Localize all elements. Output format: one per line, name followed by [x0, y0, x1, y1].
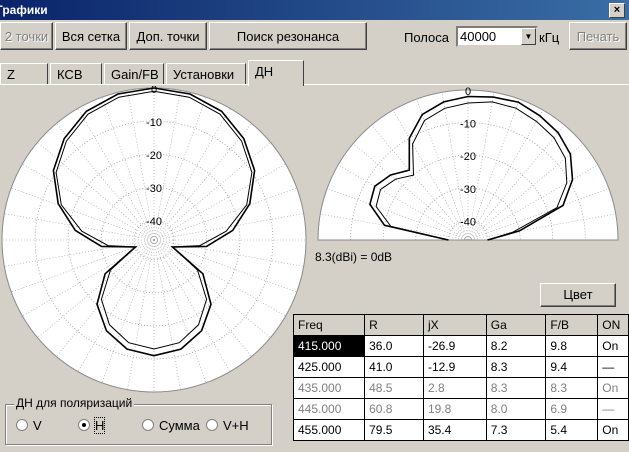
radio-icon[interactable] [206, 419, 218, 431]
radio-icon[interactable] [142, 419, 154, 431]
table-cell[interactable]: 9.4 [545, 356, 599, 378]
column-header[interactable]: ON [597, 314, 629, 336]
radio-sum[interactable]: Сумма [142, 418, 200, 433]
title-bar: Графики × [0, 0, 629, 20]
table-cell[interactable]: 79.5 [364, 419, 424, 441]
table-cell[interactable]: 60.8 [364, 398, 424, 420]
all-grid-button[interactable]: Вся сетка [55, 22, 127, 50]
radio-v-plus-h[interactable]: V+H [206, 418, 249, 433]
column-header[interactable]: R [364, 314, 424, 336]
frequency-table: Freq R jX Ga F/B ON 415.000 36.0 -26.9 8… [292, 314, 629, 441]
table-row[interactable]: 425.000 41.0 -12.9 8.3 9.4 — [292, 356, 629, 378]
table-cell[interactable]: 8.3 [485, 377, 547, 399]
ring-label: -10 [146, 117, 162, 129]
ring-label: -20 [146, 150, 162, 162]
table-cell[interactable]: 6.9 [545, 398, 599, 420]
table-row[interactable]: 415.000 36.0 -26.9 8.2 9.8 On [292, 335, 629, 357]
ring-label: -20 [460, 151, 476, 163]
table-cell[interactable]: 8.2 [485, 335, 547, 357]
table-cell[interactable]: 2.8 [422, 377, 487, 399]
table-cell[interactable]: 425.000 [292, 356, 366, 378]
table-cell[interactable]: 7.3 [485, 419, 547, 441]
tab-z[interactable]: Z [0, 63, 48, 85]
radio-label: Сумма [159, 418, 200, 433]
table-row[interactable]: 455.000 79.5 35.4 7.3 5.4 On [292, 419, 629, 441]
close-button[interactable]: × [609, 3, 625, 18]
ring-label: -10 [460, 119, 476, 131]
ring-label: -40 [146, 216, 162, 228]
band-unit: кГц [539, 30, 560, 45]
table-cell[interactable]: 9.8 [545, 335, 599, 357]
table-cell[interactable]: -12.9 [422, 356, 487, 378]
band-label: Полоса [404, 30, 449, 45]
table-cell[interactable]: — [597, 398, 629, 420]
column-header[interactable]: jX [422, 314, 487, 336]
tab-pattern[interactable]: ДН [248, 60, 304, 86]
table-cell[interactable]: 48.5 [364, 377, 424, 399]
polarization-group: ДН для поляризаций V H Сумма V+H [5, 396, 272, 445]
table-cell[interactable]: 8.3 [545, 377, 599, 399]
table-cell[interactable]: 415.000 [292, 335, 366, 357]
extra-points-button[interactable]: Доп. точки [129, 22, 207, 50]
column-header[interactable]: Freq [292, 314, 366, 336]
band-select[interactable]: 40000 ▼ [456, 26, 538, 47]
radio-icon[interactable] [16, 419, 28, 431]
table-cell[interactable]: 455.000 [292, 419, 366, 441]
band-value: 40000 [460, 29, 497, 44]
radio-label: V [33, 418, 42, 433]
find-resonance-button[interactable]: Поиск резонанса [209, 22, 367, 50]
table-cell[interactable]: On [597, 335, 629, 357]
color-button[interactable]: Цвет [540, 283, 616, 307]
print-button[interactable]: Печать [569, 22, 627, 50]
radio-v[interactable]: V [16, 418, 42, 433]
ring-label: 0 [465, 86, 471, 98]
radio-selected-icon[interactable] [78, 419, 90, 431]
table-cell[interactable]: On [597, 377, 629, 399]
table-cell[interactable]: 19.8 [422, 398, 487, 420]
elevation-pattern-chart: 0 -10 -20 -30 -40 [317, 86, 619, 241]
table-cell[interactable]: 445.000 [292, 398, 366, 420]
table-cell[interactable]: 36.0 [364, 335, 424, 357]
table-cell[interactable]: — [597, 356, 629, 378]
table-cell[interactable]: -26.9 [422, 335, 487, 357]
table-row[interactable]: 435.000 48.5 2.8 8.3 8.3 On [292, 377, 629, 399]
ring-label: 0 [151, 86, 157, 96]
radio-label: H [93, 417, 106, 434]
radio-h[interactable]: H [78, 417, 106, 434]
window-title: Графики [0, 3, 48, 17]
table-header-row: Freq R jX Ga F/B ON [292, 314, 629, 336]
table-cell[interactable]: 35.4 [422, 419, 487, 441]
table-cell[interactable]: 41.0 [364, 356, 424, 378]
polarization-legend: ДН для поляризаций [14, 396, 135, 410]
table-cell[interactable]: 8.0 [485, 398, 547, 420]
chevron-down-icon[interactable]: ▼ [521, 28, 536, 45]
radio-label: V+H [223, 418, 249, 433]
two-points-button[interactable]: 2 точки [0, 22, 53, 50]
tab-swr[interactable]: КСВ [50, 63, 102, 85]
table-cell[interactable]: 8.3 [485, 356, 547, 378]
tab-gain-fb[interactable]: Gain/FB [104, 63, 164, 85]
column-header[interactable]: F/B [545, 314, 599, 336]
table-cell[interactable]: 435.000 [292, 377, 366, 399]
ring-label: -30 [460, 184, 476, 196]
column-header[interactable]: Ga [485, 314, 547, 336]
table-row[interactable]: 445.000 60.8 19.8 8.0 6.9 — [292, 398, 629, 420]
gain-reference-note: 8.3(dBi) = 0dB [315, 250, 393, 264]
table-cell[interactable]: 5.4 [545, 419, 599, 441]
ring-label: -30 [146, 183, 162, 195]
tab-settings[interactable]: Установки [166, 63, 246, 85]
ring-label: -40 [460, 216, 476, 228]
table-cell[interactable]: On [597, 419, 629, 441]
azimuth-pattern-chart: 0 -10 -20 -30 -40 [1, 86, 307, 393]
